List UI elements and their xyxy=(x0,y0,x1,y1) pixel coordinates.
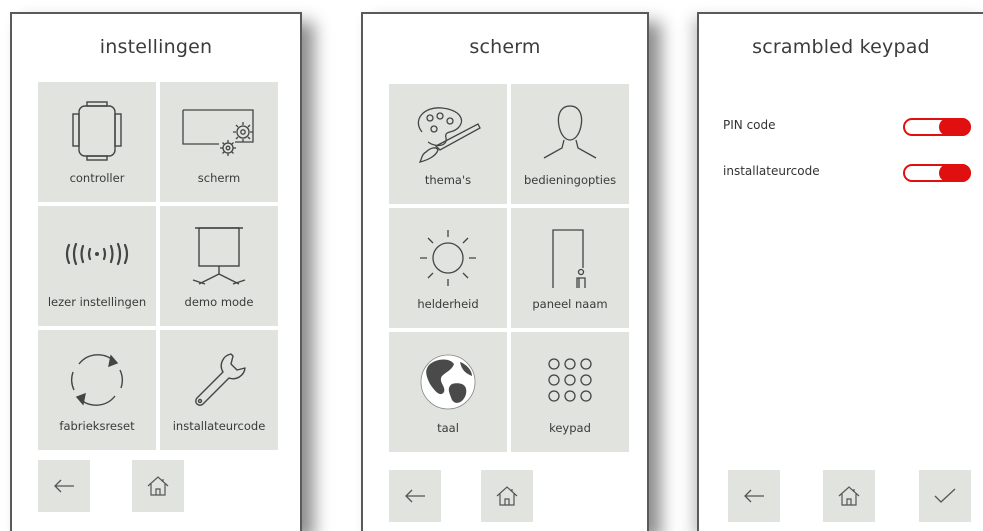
tile-paneel-naam[interactable]: paneel naam xyxy=(511,208,629,328)
tile-keypad[interactable]: keypad xyxy=(511,332,629,452)
pin-code-toggle[interactable] xyxy=(903,118,971,136)
tile-label: controller xyxy=(69,171,125,185)
wrench-icon xyxy=(195,353,246,406)
tile-label: lezer instellingen xyxy=(47,295,147,309)
setting-label-installateurcode: installateurcode xyxy=(723,164,820,178)
controller-icon xyxy=(72,101,122,161)
globe-icon xyxy=(420,354,476,410)
tile-label: demo mode xyxy=(184,295,254,309)
settings-grid: controller scherm lezer instellingen dem… xyxy=(38,82,278,450)
tile-lezer-instellingen[interactable]: lezer instellingen xyxy=(38,206,156,326)
screen-settings-icon xyxy=(182,109,254,156)
tile-controller[interactable]: controller xyxy=(38,82,156,202)
tile-label: keypad xyxy=(549,421,591,435)
page-title: instellingen xyxy=(99,36,213,58)
tile-bedieningopties[interactable]: bedieningopties xyxy=(511,84,629,204)
arrow-left-icon xyxy=(405,489,425,503)
palette-icon xyxy=(417,107,481,163)
person-silhouette-icon xyxy=(543,105,597,159)
keypad-icon xyxy=(548,358,592,402)
page-title: scherm xyxy=(469,36,541,58)
reset-arrows-icon xyxy=(71,354,123,406)
back-button[interactable] xyxy=(728,470,780,522)
screen-grid: thema's bedieningopties helderheid panee… xyxy=(389,84,629,452)
page-title: scrambled keypad xyxy=(752,36,930,58)
tile-label: paneel naam xyxy=(532,297,608,311)
tile-installateurcode[interactable]: installateurcode xyxy=(160,330,278,450)
tile-themas[interactable]: thema's xyxy=(389,84,507,204)
confirm-button[interactable] xyxy=(919,470,971,522)
tile-label: scherm xyxy=(197,171,241,185)
toggle-knob xyxy=(939,118,971,136)
door-person-icon xyxy=(552,229,586,288)
tile-demo-mode[interactable]: demo mode xyxy=(160,206,278,326)
tile-label: taal xyxy=(437,421,459,435)
home-icon xyxy=(838,486,860,506)
scherm-panel: scherm thema's bedieningopties helderhei xyxy=(361,12,649,531)
projector-screen-icon xyxy=(192,227,246,285)
tile-taal[interactable]: taal xyxy=(389,332,507,452)
arrow-left-icon xyxy=(54,479,74,493)
tile-label: bedieningopties xyxy=(523,173,617,187)
home-button[interactable] xyxy=(823,470,875,522)
back-button[interactable] xyxy=(38,460,90,512)
home-button[interactable] xyxy=(481,470,533,522)
scrambled-keypad-panel: scrambled keypad PIN code installateurco… xyxy=(697,12,983,531)
arrow-left-icon xyxy=(744,489,764,503)
home-icon xyxy=(147,476,169,496)
tile-helderheid[interactable]: helderheid xyxy=(389,208,507,328)
reader-waves-icon xyxy=(65,242,129,266)
tile-scherm[interactable]: scherm xyxy=(160,82,278,202)
setting-label-pin-code: PIN code xyxy=(723,118,776,132)
tile-fabrieksreset[interactable]: fabrieksreset xyxy=(38,330,156,450)
tile-label: helderheid xyxy=(417,297,479,311)
tile-label: thema's xyxy=(424,173,472,187)
installateurcode-toggle[interactable] xyxy=(903,164,971,182)
checkmark-icon xyxy=(934,488,956,503)
toggle-knob xyxy=(939,164,971,182)
tile-label: fabrieksreset xyxy=(59,419,135,433)
home-icon xyxy=(496,486,518,506)
home-button[interactable] xyxy=(132,460,184,512)
sun-icon xyxy=(420,230,476,286)
tile-label: installateurcode xyxy=(172,419,266,433)
back-button[interactable] xyxy=(389,470,441,522)
instellingen-panel: instellingen controller scherm lezer ins… xyxy=(10,12,302,531)
